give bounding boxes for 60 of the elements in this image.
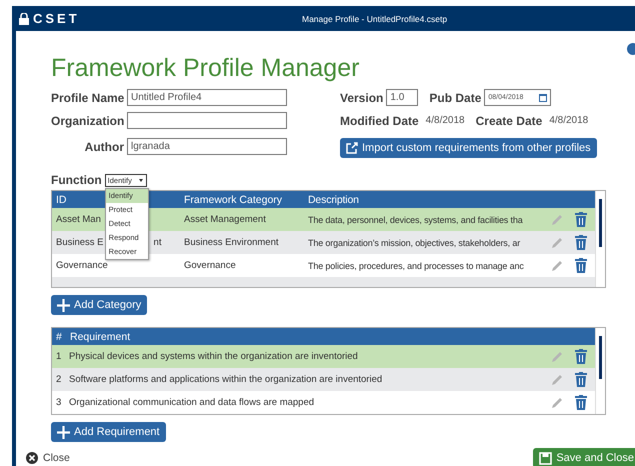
trash-icon[interactable] bbox=[575, 235, 587, 250]
caret-icon bbox=[138, 178, 143, 182]
table-cell: Governance bbox=[56, 260, 108, 271]
table-cell-text: 1 bbox=[55, 351, 62, 362]
table-cell-text: Business Environment bbox=[183, 237, 280, 248]
table-cell-text: Organizational communication and data flows are mapped bbox=[68, 397, 314, 408]
version-field[interactable]: 1.0 bbox=[386, 89, 418, 106]
field-label: Version bbox=[340, 90, 384, 104]
table-cell-text: 2 bbox=[55, 374, 62, 385]
trash-icon[interactable] bbox=[575, 395, 587, 410]
plus-icon bbox=[57, 298, 70, 312]
table-cell-text: Asset Management bbox=[183, 214, 267, 225]
table-cell-text: The policies, procedures, and processes to manage anc bbox=[307, 260, 524, 270]
column-header: ID bbox=[56, 194, 66, 206]
table-cell-text: Physical devices and systems within the organization are inventoried bbox=[68, 351, 358, 362]
organization-field[interactable] bbox=[127, 112, 287, 129]
table-cell-text: Software platforms and applications within the organization are inventoried bbox=[68, 374, 382, 385]
calendar-icon[interactable] bbox=[539, 94, 548, 102]
window-title: Manage Profile - UntitledProfile4.csetp bbox=[302, 14, 448, 24]
trash-icon[interactable] bbox=[575, 212, 587, 227]
table-cell-text: Governance bbox=[183, 260, 237, 271]
table-cell-text: 3 bbox=[55, 397, 62, 408]
field-label: Pub Date bbox=[429, 90, 482, 104]
trash-icon[interactable] bbox=[575, 258, 587, 273]
add-requirement-button[interactable]: Add Requirement bbox=[51, 422, 166, 442]
table-cell: Business E bbox=[56, 237, 104, 248]
field-label: Function bbox=[51, 173, 102, 187]
column-header: Description bbox=[308, 194, 359, 206]
column-header: # bbox=[55, 330, 63, 342]
field-label: Author bbox=[84, 140, 124, 154]
column-header: Framework Category bbox=[184, 194, 282, 206]
table-cell: Asset Man bbox=[56, 214, 101, 225]
save-and-close-button[interactable]: Save and Close bbox=[533, 448, 635, 466]
table-row[interactable]: 2 Software platforms and applications within the organization are inventoried bbox=[52, 368, 595, 391]
table-row[interactable]: 1 Physical devices and systems within the organization are inventoried bbox=[52, 345, 595, 368]
author-field[interactable]: lgranada bbox=[127, 138, 287, 155]
field-label: Profile Name bbox=[51, 90, 124, 104]
date-value: 4/8/2018 bbox=[426, 115, 465, 126]
column-header: Requirement bbox=[69, 330, 130, 342]
plus-icon bbox=[57, 426, 70, 438]
app-logo: CSET bbox=[33, 11, 80, 26]
page-heading: Framework Profile Manager bbox=[51, 53, 360, 83]
field-label: Modified Date bbox=[340, 114, 419, 128]
field-label: Organization bbox=[51, 114, 124, 128]
close-button[interactable]: Close bbox=[26, 452, 70, 464]
save-icon bbox=[539, 452, 552, 464]
lock-icon bbox=[19, 12, 29, 24]
import-icon bbox=[346, 142, 358, 154]
field-label: Create Date bbox=[476, 114, 542, 128]
scrollbar[interactable] bbox=[595, 191, 605, 287]
table-cell: nt bbox=[154, 237, 162, 248]
scrollbar[interactable] bbox=[595, 328, 605, 414]
date-value: 4/8/2018 bbox=[549, 115, 588, 126]
table-cell-text: The organization’s mission, objectives, stakeholders, ar bbox=[307, 238, 520, 248]
profile-name-field[interactable]: Untitled Profile4 bbox=[127, 89, 287, 106]
trash-icon[interactable] bbox=[575, 372, 587, 387]
table-cell-text: The data, personnel, devices, systems, and facilities tha bbox=[307, 214, 523, 224]
trash-icon[interactable] bbox=[575, 349, 587, 364]
add-category-button[interactable]: Add Category bbox=[51, 295, 148, 315]
import-button[interactable]: Import custom requirements from other profiles bbox=[340, 138, 597, 158]
